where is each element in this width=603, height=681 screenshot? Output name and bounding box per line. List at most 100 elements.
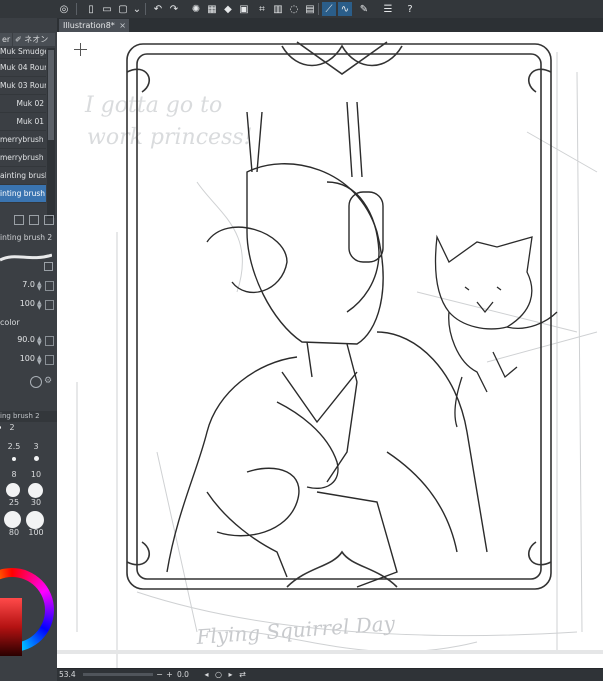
pressure-icon[interactable] (45, 336, 54, 346)
grid-icon[interactable]: ▥ (271, 2, 285, 16)
help-icon[interactable]: ? (403, 2, 417, 16)
canvas[interactable]: I gotta go to work princess! Flying Squi… (57, 32, 603, 668)
lock-icon[interactable] (44, 262, 53, 271)
lasso-icon[interactable]: ◌ (287, 2, 301, 16)
robot-character (166, 101, 488, 588)
brush-item[interactable]: Muk 02 (0, 95, 46, 113)
pressure-icon[interactable] (45, 355, 54, 365)
brush-item-selected[interactable]: inting brush 2 (0, 185, 46, 203)
zoom-in-icon[interactable]: + (165, 670, 174, 679)
rotate-left-icon[interactable]: ◂ (202, 670, 211, 679)
brush-item[interactable]: merrybrush - 2 (0, 131, 46, 149)
size-dot[interactable] (34, 456, 39, 461)
brush-item[interactable]: Muk 04 Round (0, 59, 46, 77)
density-row[interactable]: 100 ▲ ▼ (0, 354, 57, 368)
color-value-row[interactable]: 90.0 ▲ ▼ (0, 335, 57, 349)
pen-pressure-icon[interactable]: ✎ (357, 2, 371, 16)
curve-snap-icon[interactable]: ∿ (338, 2, 352, 16)
settings-icon[interactable]: ☰ (381, 2, 395, 16)
crop-icon[interactable]: ⌗ (255, 2, 269, 16)
brush-icon: ✐ (15, 35, 22, 44)
save-icon[interactable]: ▢ (116, 2, 130, 16)
zoom-slider[interactable] (83, 673, 153, 676)
size-option[interactable]: 100 (26, 528, 46, 537)
size-option[interactable]: 25 (4, 498, 24, 507)
rotation-angle[interactable]: 0.0 (177, 670, 189, 679)
flip-icon[interactable]: ⇄ (238, 670, 247, 679)
size-dot[interactable] (4, 511, 21, 528)
size-dot[interactable] (12, 457, 16, 461)
brush-item[interactable]: ainting brush (0, 167, 46, 185)
ruler-snap-icon[interactable]: ⟋ (322, 2, 336, 16)
spinner-icon[interactable]: ▲ ▼ (37, 281, 43, 292)
layer-icon[interactable]: ◎ (57, 2, 71, 16)
redo-icon[interactable]: ↷ (167, 2, 181, 16)
brush-size-panel-title: ing brush 2 (0, 411, 57, 422)
cat-character (434, 234, 558, 428)
status-bar: 53.4 − + 0.0 ◂ ○ ▸ ⇄ (57, 668, 603, 681)
size-option[interactable]: 8 (4, 470, 24, 479)
color-saturation-square[interactable] (0, 598, 22, 656)
size-option[interactable]: 80 (4, 528, 24, 537)
delete-icon[interactable] (44, 215, 54, 225)
brush-size-row[interactable]: 7.0 ▲ ▼ (0, 280, 57, 294)
size-dot[interactable] (28, 483, 43, 498)
size-option[interactable]: 2 (2, 423, 22, 432)
close-icon[interactable]: × (119, 19, 126, 32)
opacity-value[interactable]: 100 (20, 299, 35, 308)
create-subtool-icon[interactable] (14, 215, 24, 225)
canvas-scrollbar[interactable] (57, 650, 603, 654)
artwork: I gotta go to work princess! Flying Squi… (76, 41, 598, 668)
undo-icon[interactable]: ↶ (151, 2, 165, 16)
wrench-icon[interactable]: ⚙ (44, 376, 54, 386)
handwritten-note-2: work princess! (87, 125, 252, 150)
loading-icon[interactable]: ✺ (189, 2, 203, 16)
opacity-row[interactable]: 100 ▲ ▼ (0, 299, 57, 313)
size-option[interactable]: 3 (26, 442, 46, 451)
subtool-tab-label: ネオン (24, 35, 49, 44)
document-tabbar: Illustration8* × (57, 18, 603, 32)
zoom-level[interactable]: 53.4 (59, 670, 76, 679)
chevron-down-icon[interactable]: ⌄ (130, 2, 144, 16)
selection-icon[interactable]: ▤ (303, 2, 317, 16)
open-folder-icon[interactable]: ▭ (100, 2, 114, 16)
clear-icon[interactable]: ▦ (205, 2, 219, 16)
color-row: color (0, 318, 57, 332)
size-option[interactable]: 2.5 (4, 442, 24, 451)
bottom-scribble: Flying Squirrel Day (195, 611, 397, 649)
brush-item[interactable]: Muk 03 Round (0, 77, 46, 95)
pressure-icon[interactable] (45, 300, 54, 310)
copy-subtool-icon[interactable] (29, 215, 39, 225)
toolbar-divider (76, 3, 77, 15)
size-dot[interactable] (0, 426, 1, 429)
size-option[interactable]: 30 (26, 498, 46, 507)
subtool-tab[interactable]: er (0, 33, 12, 46)
property-settings-icon[interactable] (30, 376, 42, 388)
brush-item[interactable]: merrybrush - 3 (0, 149, 46, 167)
zoom-out-icon[interactable]: − (155, 670, 164, 679)
spinner-icon[interactable]: ▲ ▼ (37, 336, 43, 347)
scrollbar-thumb[interactable] (48, 50, 54, 140)
spinner-icon[interactable]: ▲ ▼ (37, 300, 43, 311)
document-tab[interactable]: Illustration8* × (59, 19, 129, 32)
pressure-icon[interactable] (45, 281, 54, 291)
color-value[interactable]: 90.0 (17, 335, 35, 344)
brush-list-scrollbar[interactable] (47, 48, 55, 218)
size-dot[interactable] (6, 483, 20, 497)
transform-icon[interactable]: ▣ (237, 2, 251, 16)
spinner-icon[interactable]: ▲ ▼ (37, 355, 43, 366)
brush-size-value[interactable]: 7.0 (22, 280, 35, 289)
brush-item[interactable]: Muk 01 (0, 113, 46, 131)
new-file-icon[interactable]: ▯ (84, 2, 98, 16)
toolbar-divider (145, 3, 146, 15)
fill-icon[interactable]: ◆ (221, 2, 235, 16)
size-option[interactable]: 10 (26, 470, 46, 479)
subtool-tab-neon[interactable]: ✐ ネオン (13, 33, 55, 46)
rotate-right-icon[interactable]: ▸ (226, 670, 235, 679)
size-dot[interactable] (26, 511, 44, 529)
rotate-reset-icon[interactable]: ○ (214, 670, 223, 679)
subtool-actions (0, 215, 57, 227)
sub-tool-panel: er ✐ ネオン Muk Smudge Muk 04 Round Muk 03 … (0, 18, 57, 680)
brush-item[interactable]: Muk Smudge (0, 48, 46, 59)
density-value[interactable]: 100 (20, 354, 35, 363)
